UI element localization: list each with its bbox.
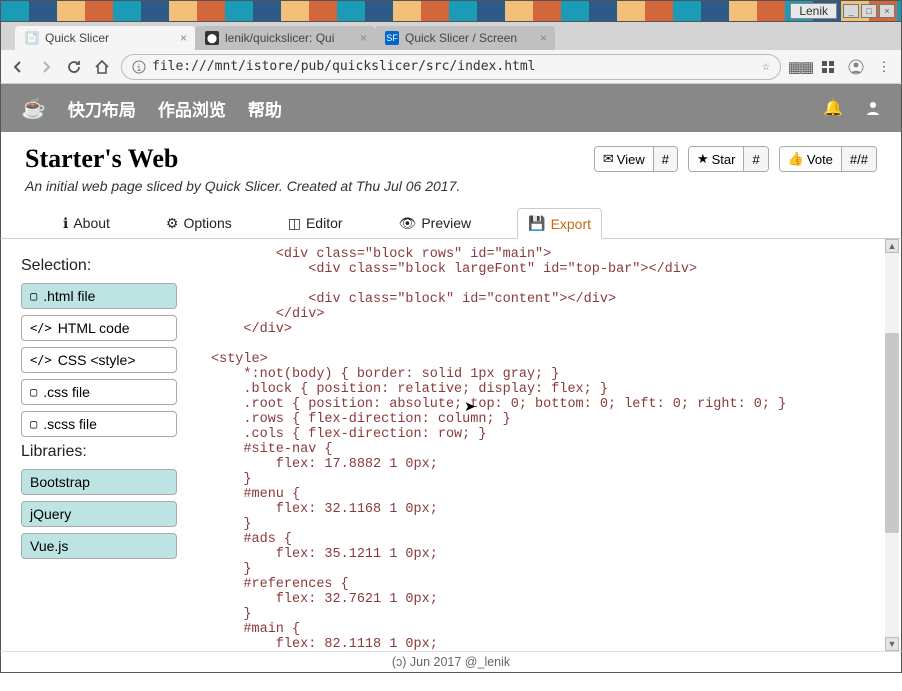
close-tab-icon[interactable]: × (360, 31, 367, 45)
library-option[interactable]: jQuery (21, 501, 177, 527)
forward-button[interactable] (37, 58, 55, 76)
code-icon: </> (30, 353, 52, 367)
gear-icon: ⚙ (166, 215, 179, 232)
tab-about[interactable]: ℹAbout (53, 208, 120, 238)
scrollbar[interactable]: ▲ ▼ (885, 239, 899, 651)
star-button[interactable]: ★Star # (688, 146, 769, 172)
view-button[interactable]: ✉View # (594, 146, 678, 172)
selection-option[interactable]: </>HTML code (21, 315, 177, 341)
css3-icon: ▢ (30, 385, 37, 399)
page-subtitle: An initial web page sliced by Quick Slic… (25, 178, 578, 194)
tab-title: Quick Slicer / Screen (405, 31, 517, 45)
eye-icon: 👁 (399, 215, 417, 232)
scroll-thumb[interactable] (885, 333, 899, 533)
back-button[interactable] (9, 58, 27, 76)
svg-text:i: i (136, 64, 141, 74)
css3-icon: ▢ (30, 417, 37, 431)
extensions-button[interactable] (819, 58, 837, 76)
page-title: Starter's Web (25, 144, 578, 174)
sidebar: Selection: ▢.html file </>HTML code </>CSS… (1, 239, 191, 651)
os-titlebar: Lenik _ □ × (0, 0, 902, 22)
qr-icon[interactable]: ▦▦ (791, 58, 809, 76)
os-close-button[interactable]: × (879, 4, 895, 18)
os-username: Lenik (790, 3, 837, 19)
thumbs-up-icon: 👍 (788, 151, 804, 167)
selection-option[interactable]: ▢.scss file (21, 411, 177, 437)
close-tab-icon[interactable]: × (180, 31, 187, 45)
reload-button[interactable] (65, 58, 83, 76)
tab-title: Quick Slicer (45, 31, 109, 45)
os-maximize-button[interactable]: □ (861, 4, 877, 18)
url-bar[interactable]: i file:///mnt/istore/pub/quickslicer/src… (121, 54, 781, 80)
browser-toolbar: i file:///mnt/istore/pub/quickslicer/src… (0, 50, 902, 84)
scroll-down-button[interactable]: ▼ (885, 637, 899, 651)
selection-heading: Selection: (21, 257, 177, 275)
page-header: Starter's Web An initial web page sliced… (0, 132, 902, 202)
browser-tab[interactable]: 📄Quick Slicer× (15, 26, 195, 50)
app-navbar: ☕ 快刀布局 作品浏览 帮助 🔔 (0, 84, 902, 132)
info-icon: i (132, 60, 146, 74)
save-icon: 💾 (528, 215, 545, 232)
crop-icon: ◫ (288, 215, 301, 232)
os-minimize-button[interactable]: _ (843, 4, 859, 18)
library-option[interactable]: Vue.js (21, 533, 177, 559)
envelope-icon: ✉ (603, 151, 614, 167)
user-icon[interactable] (865, 100, 881, 116)
footer-text: (ɔ) Jun 2017 @_lenik (392, 655, 510, 669)
nav-help[interactable]: 帮助 (248, 96, 282, 121)
bell-icon[interactable]: 🔔 (823, 98, 843, 118)
scroll-track[interactable] (885, 253, 899, 637)
nav-gallery[interactable]: 作品浏览 (158, 96, 226, 121)
footer: (ɔ) Jun 2017 @_lenik (0, 651, 902, 673)
libraries-heading: Libraries: (21, 443, 177, 461)
main-area: Selection: ▢.html file </>HTML code </>CSS… (0, 239, 902, 651)
tab-bar: ℹAbout ⚙Options ◫Editor 👁Preview 💾Export (0, 202, 902, 239)
tab-title: lenik/quickslicer: Qui (225, 31, 334, 45)
code-output[interactable]: <div class="block rows" id="main"> <div … (191, 239, 901, 651)
menu-button[interactable]: ⋮ (875, 58, 893, 76)
tab-editor[interactable]: ◫Editor (278, 208, 353, 238)
selection-option[interactable]: ▢.html file (21, 283, 177, 309)
nav-layout[interactable]: 快刀布局 (68, 96, 136, 121)
browser-tabstrip: 📄Quick Slicer×⬤lenik/quickslicer: Qui×SF… (0, 22, 902, 50)
library-option[interactable]: Bootstrap (21, 469, 177, 495)
close-tab-icon[interactable]: × (540, 31, 547, 45)
selection-option[interactable]: </>CSS <style> (21, 347, 177, 373)
browser-tab[interactable]: SFQuick Slicer / Screen× (375, 26, 555, 50)
star-icon: ★ (697, 151, 709, 167)
scroll-up-button[interactable]: ▲ (885, 239, 899, 253)
selection-option[interactable]: ▢.css file (21, 379, 177, 405)
tab-export[interactable]: 💾Export (517, 208, 602, 239)
tab-preview[interactable]: 👁Preview (389, 208, 482, 238)
url-text: file:///mnt/istore/pub/quickslicer/src/i… (152, 59, 536, 74)
home-button[interactable] (93, 58, 111, 76)
tab-options[interactable]: ⚙Options (156, 208, 242, 238)
profile-button[interactable] (847, 58, 865, 76)
browser-tab[interactable]: ⬤lenik/quickslicer: Qui× (195, 26, 375, 50)
html5-icon: ▢ (30, 289, 37, 303)
bookmark-star-icon[interactable]: ☆ (762, 59, 770, 74)
app-logo-icon: ☕ (21, 96, 46, 121)
code-icon: </> (30, 321, 52, 335)
info-icon: ℹ (63, 215, 68, 232)
vote-button[interactable]: 👍Vote #/# (779, 146, 877, 172)
